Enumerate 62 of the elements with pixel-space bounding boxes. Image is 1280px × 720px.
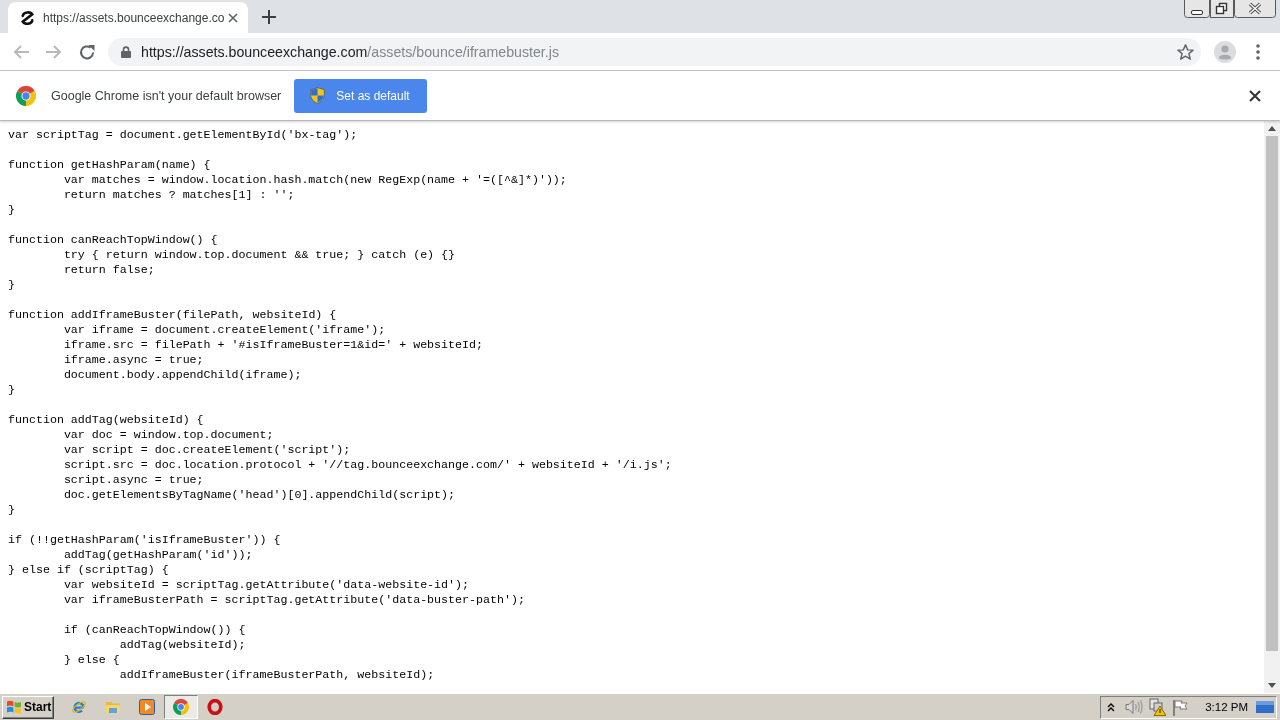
caret-down-icon[interactable] — [1268, 683, 1276, 688]
code-line: var scriptTag = document.getElementById('bx-tag'); — [8, 127, 358, 142]
code-line: function getHashParam(name) { — [8, 157, 211, 172]
flag-logo-icon — [6, 699, 22, 715]
code-line: addTag(websiteId); — [119, 637, 246, 652]
code-line: addIframeBuster(iframeBusterPath, websiteId); — [119, 667, 435, 682]
code-line: function canReachTopWindow() { — [8, 232, 218, 247]
code-line: script.src = doc.location.protocol + '//tag.bounceexchange.com/' + websiteId + '/i.js'; — [63, 457, 672, 472]
code-line: function addIframeBuster(filePath, websiteId) { — [8, 307, 337, 322]
menu-icon[interactable] — [1256, 43, 1260, 60]
scrollbar-track[interactable] — [1264, 121, 1280, 693]
start-button[interactable]: Start — [2, 695, 54, 719]
swirl-icon — [21, 10, 34, 25]
code-line: } else { — [63, 652, 120, 667]
code-line: } — [8, 502, 15, 517]
play-icon[interactable] — [139, 699, 155, 715]
chevron-up-icon[interactable] — [1107, 702, 1116, 712]
code-line: iframe.src = filePath + '#isIframeBuster=1&id=' + websiteId; — [63, 337, 483, 352]
network-warning-icon[interactable] — [1148, 698, 1167, 716]
plus-icon[interactable] — [262, 9, 276, 24]
code-line: addTag(getHashParam('id')); — [63, 547, 253, 562]
code-line: } else if (scriptTag) { — [8, 562, 169, 577]
code-line: try { return window.top.document && true; } catch (e) {} — [63, 247, 456, 262]
e-logo-icon[interactable] — [71, 699, 87, 715]
code-line: if (canReachTopWindow()) { — [63, 622, 246, 637]
close-icon[interactable] — [1234, 0, 1276, 18]
flag-icon[interactable] — [1172, 698, 1189, 716]
code-line: var websiteId = scriptTag.getAttribute('data-website-id'); — [63, 577, 470, 592]
code-line: if (!!getHashParam('isIframeBuster')) { — [8, 532, 281, 547]
address-bar[interactable]: https://assets.bounceexchange.com/assets/bounce/iframebuster.js — [108, 37, 1201, 66]
set-default-button[interactable]: Set as default — [294, 78, 427, 113]
code-line: } — [8, 202, 15, 217]
code-line: var iframeBusterPath = scriptTag.getAttribute('data-buster-path'); — [63, 592, 525, 607]
code-line: function addTag(websiteId) { — [8, 412, 204, 427]
clock-text: 3:12 PM — [1205, 701, 1248, 713]
browser-logo-icon — [16, 85, 36, 106]
code-line: iframe.async = true; — [63, 352, 204, 367]
infobar-message: Google Chrome isn't your default browser — [51, 88, 282, 103]
code-line: return matches ? matches[1] : ''; — [63, 187, 295, 202]
shield-icon — [310, 87, 326, 104]
reload-icon[interactable] — [79, 43, 95, 60]
code-line: script.async = true; — [63, 472, 204, 487]
close-icon[interactable] — [1249, 89, 1261, 102]
code-line: var script = doc.createElement('script'); — [63, 442, 351, 457]
o-ring-icon[interactable] — [207, 699, 223, 715]
lock-icon — [121, 45, 131, 58]
browser-tab[interactable]: https://assets.bounceexchange.co — [8, 2, 248, 33]
code-line: var doc = window.top.document; — [63, 427, 274, 442]
browser-logo-icon[interactable] — [164, 695, 198, 719]
code-line: } — [8, 277, 15, 292]
close-icon[interactable] — [228, 12, 238, 23]
star-icon[interactable] — [1177, 43, 1194, 60]
code-line: return false; — [63, 262, 155, 277]
code-line: var iframe = document.createElement('iframe'); — [63, 322, 386, 337]
caret-up-icon[interactable] — [1268, 126, 1276, 131]
code-line: var matches = window.location.hash.match(new RegExp(name + '=([^&]*)')); — [63, 172, 567, 187]
restore-icon[interactable] — [1210, 0, 1234, 18]
code-line: doc.getElementsByTagName('head')[0].appendChild(script); — [63, 487, 456, 502]
scrollbar-thumb[interactable] — [1266, 136, 1278, 651]
code-line: document.body.appendChild(iframe); — [63, 367, 302, 382]
minimize-icon[interactable] — [1184, 0, 1210, 18]
code-line: } — [8, 382, 15, 397]
